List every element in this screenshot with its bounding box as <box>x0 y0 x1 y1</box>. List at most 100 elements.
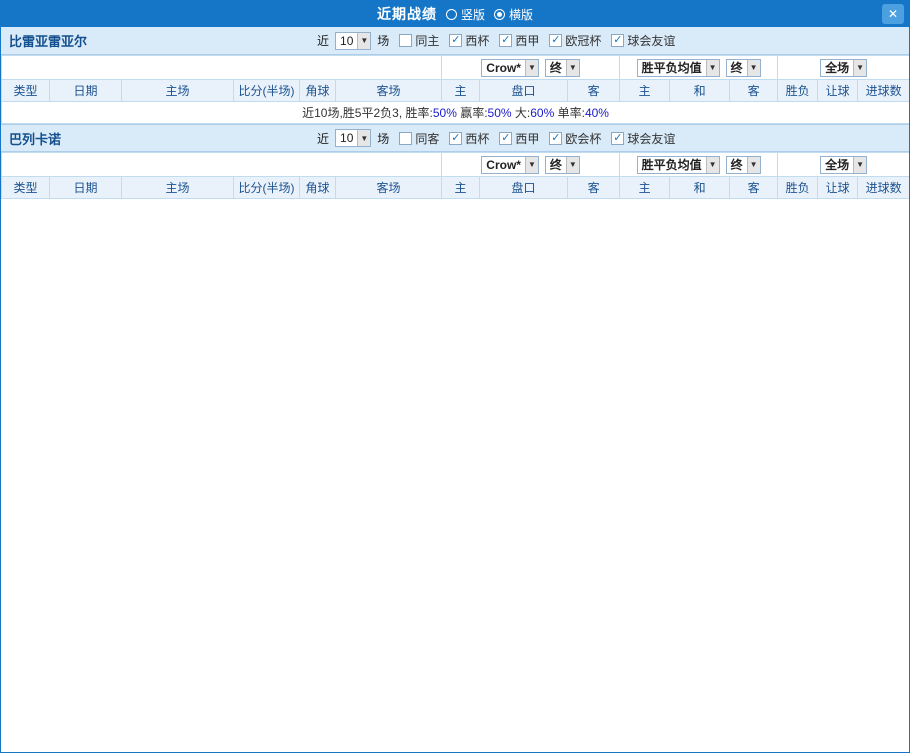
header-avg-draw: 和 <box>669 176 731 199</box>
header-date: 日期 <box>49 79 122 102</box>
header-goals: 进球数 <box>857 176 909 199</box>
match-count-select[interactable]: 10 ▼ <box>335 129 372 147</box>
checkbox-unchecked-icon[interactable] <box>399 131 413 145</box>
avg-odds-controls: 胜平负均值 ▼ 终 ▼ <box>619 55 779 80</box>
recent-results-popup: 近期战绩 竖版 横版 ✕ 比雷亚雷亚尔 近 10 ▼ 场 同主 ✓ 西杯 ✓ 西… <box>0 0 910 753</box>
final-odds-select[interactable]: 终 ▼ <box>544 155 580 174</box>
close-button[interactable]: ✕ <box>882 4 904 24</box>
chevron-down-icon: ▼ <box>746 156 760 173</box>
filter-option[interactable]: ✓ 西甲 <box>499 130 539 147</box>
checkbox-label: 球会友谊 <box>627 131 676 146</box>
odds-type-select[interactable]: 胜平负均值 ▼ <box>636 155 720 174</box>
chevron-down-icon: ▼ <box>524 156 538 173</box>
checkbox-checked-icon[interactable]: ✓ <box>499 34 513 47</box>
select-value: 10 <box>340 33 354 48</box>
select-value: 10 <box>340 131 354 145</box>
summary-segment: 50% <box>432 106 457 120</box>
summary-segment: 近10场,胜5平2负3, 胜率: <box>302 106 433 120</box>
checkbox-label: 西甲 <box>515 131 540 146</box>
header-odds-away: 客 <box>567 79 621 102</box>
chevron-down-icon: ▼ <box>565 59 579 76</box>
header-odds-home: 主 <box>441 176 481 199</box>
checkbox-checked-icon[interactable]: ✓ <box>611 34 625 47</box>
filter-option[interactable]: ✓ 西杯 <box>449 32 489 49</box>
summary-segment: 赢率: <box>456 106 488 120</box>
checkbox-label: 欧冠杯 <box>565 34 602 48</box>
empty-header-cell <box>1 152 443 177</box>
select-value: 全场 <box>825 61 850 75</box>
header-avg-home: 主 <box>619 176 671 199</box>
header-corner: 角球 <box>299 176 336 199</box>
select-value: 胜平负均值 <box>641 158 702 172</box>
summary-segment: 单率: <box>554 106 585 120</box>
checkbox-unchecked-icon[interactable] <box>399 34 413 47</box>
chevron-down-icon: ▼ <box>357 130 371 146</box>
checkbox-label: 西甲 <box>515 34 540 48</box>
select-value: 全场 <box>825 158 850 172</box>
filter-option[interactable]: ✓ 球会友谊 <box>611 32 675 49</box>
final-odds-select[interactable]: 终 ▼ <box>544 58 580 77</box>
header-type: 类型 <box>1 176 50 199</box>
header-score: 比分(半场) <box>233 176 300 199</box>
select-value: 终 <box>549 61 562 75</box>
filter-option[interactable]: ✓ 欧冠杯 <box>549 32 601 49</box>
bookmaker-select[interactable]: Crow* ▼ <box>481 58 539 77</box>
summary-row: 近10场,胜5平2负3, 胜率:50% 赢率:50% 大:60% 单率:40% <box>1 101 909 124</box>
team-section-rayo: 巴列卡诺 近 10 ▼ 场 同客✓西杯✓西甲✓欧会杯✓球会友谊 <box>1 124 909 199</box>
checkbox-checked-icon[interactable]: ✓ <box>549 34 563 47</box>
filter-option[interactable]: ✓ 欧会杯 <box>549 130 601 147</box>
empty-header-cell <box>1 55 443 80</box>
radio-label-horizontal: 横版 <box>509 7 534 22</box>
scope-select[interactable]: 全场 ▼ <box>820 58 868 77</box>
near-label: 近 <box>317 131 330 146</box>
chevron-down-icon: ▼ <box>357 32 371 49</box>
scope-controls: 全场 ▼ <box>777 55 909 80</box>
team-name: 巴列卡诺 <box>9 131 62 147</box>
checkbox-checked-icon[interactable]: ✓ <box>549 131 563 145</box>
filter-option[interactable]: ✓ 西甲 <box>499 32 539 49</box>
near-label: 近 <box>317 34 330 48</box>
radio-icon <box>445 8 457 20</box>
scope-select[interactable]: 全场 ▼ <box>820 155 868 174</box>
header-handicap: 盘口 <box>479 176 569 199</box>
filter-option[interactable]: 同客 <box>399 130 439 147</box>
filter-option[interactable]: ✓ 西杯 <box>449 130 489 147</box>
bookmaker-select[interactable]: Crow* ▼ <box>481 155 539 174</box>
summary-segment: 40% <box>584 106 609 120</box>
header-goals: 进球数 <box>857 79 909 102</box>
odds-type-select[interactable]: 胜平负均值 ▼ <box>636 58 720 77</box>
team-bar: 比雷亚雷亚尔 近 10 ▼ 场 同主 ✓ 西杯 ✓ 西甲 ✓ 欧冠杯 ✓ 球会友谊 <box>1 27 909 55</box>
league-filters: 同主 ✓ 西杯 ✓ 西甲 ✓ 欧冠杯 ✓ 球会友谊 <box>399 32 675 49</box>
chevron-down-icon: ▼ <box>853 156 867 173</box>
chevron-down-icon: ▼ <box>524 59 538 76</box>
filter-option[interactable]: ✓ 球会友谊 <box>611 130 675 147</box>
checkbox-label: 球会友谊 <box>627 34 676 48</box>
header-let-goal: 让球 <box>817 176 859 199</box>
checkbox-checked-icon[interactable]: ✓ <box>449 131 463 145</box>
games-label: 场 <box>377 131 390 146</box>
checkbox-checked-icon[interactable]: ✓ <box>449 34 463 47</box>
header-date: 日期 <box>49 176 122 199</box>
summary-text: 近10场,胜5平2负3, 胜率:50% 赢率:50% 大:60% 单率:40% <box>1 101 909 124</box>
filter-option[interactable]: 同主 <box>399 32 439 49</box>
chevron-down-icon: ▼ <box>746 59 760 76</box>
final-odds-select[interactable]: 终 ▼ <box>725 155 761 174</box>
layout-radio-horizontal[interactable]: 横版 <box>494 6 533 23</box>
chevron-down-icon: ▼ <box>705 59 719 76</box>
match-count-select[interactable]: 10 ▼ <box>335 31 372 50</box>
checkbox-label: 西杯 <box>465 34 490 48</box>
close-icon: ✕ <box>887 7 899 21</box>
final-odds-select[interactable]: 终 ▼ <box>725 58 761 77</box>
checkbox-checked-icon[interactable]: ✓ <box>499 131 513 145</box>
filter-bar: 近 10 ▼ 场 同客 ✓ 西杯 ✓ 西甲 ✓ 欧会杯 ✓ 球会友谊 <box>317 125 675 151</box>
chevron-down-icon: ▼ <box>853 59 867 76</box>
dropdown-row: Crow* ▼ 终 ▼ 胜平负均值 ▼ 终 ▼ 全场 ▼ <box>1 55 909 80</box>
checkbox-checked-icon[interactable]: ✓ <box>611 131 625 145</box>
checkbox-label: 同主 <box>415 34 440 48</box>
chevron-down-icon: ▼ <box>565 156 579 173</box>
layout-radio-vertical[interactable]: 竖版 <box>445 6 485 23</box>
summary-segment: 50% <box>487 106 512 120</box>
header-home: 主场 <box>121 79 234 102</box>
radio-selected-icon <box>494 8 505 20</box>
avg-odds-controls: 胜平负均值 ▼ 终 ▼ <box>619 152 779 177</box>
